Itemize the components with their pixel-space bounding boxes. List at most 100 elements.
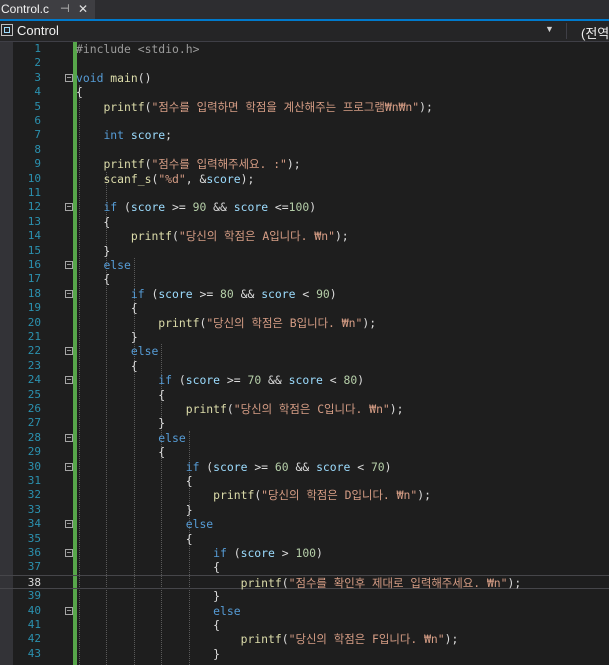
code-token: score [206, 171, 241, 186]
code-line[interactable]: 9 printf("점수를 입력해주세요. :"); [0, 157, 609, 171]
line-number: 3 [34, 70, 41, 84]
code-line[interactable]: 18− if (score >= 80 && score < 90) [0, 287, 609, 301]
line-number: 21 [27, 330, 41, 343]
fold-toggle-icon[interactable]: − [65, 289, 73, 298]
code-line[interactable]: 36 − if (score > 100) [0, 546, 609, 560]
code-line[interactable]: 17 { [0, 272, 609, 286]
code-text: printf("당신의 학점은 D입니다. ₩n"); [76, 488, 431, 502]
code-token: { [76, 301, 138, 316]
code-line[interactable]: 30− if (score >= 60 && score < 70) [0, 460, 609, 474]
code-line[interactable]: 32 printf("당신의 학점은 D입니다. ₩n"); [0, 488, 609, 502]
code-token: ( [281, 632, 289, 647]
code-line[interactable]: 8 [0, 143, 609, 157]
chevron-down-icon[interactable]: ▼ [545, 24, 554, 34]
code-line[interactable]: 28 − else [0, 431, 609, 445]
code-line[interactable]: 13 { [0, 215, 609, 229]
line-number: 14 [27, 229, 41, 243]
fold-toggle-icon[interactable]: − [65, 606, 73, 615]
line-number: 9 [34, 157, 41, 171]
fold-toggle-icon[interactable]: − [65, 520, 73, 529]
code-token: { [76, 214, 111, 229]
code-line[interactable]: 4{ [0, 85, 609, 99]
code-token: { [76, 560, 221, 575]
code-line[interactable]: 29 { [0, 445, 609, 459]
code-line[interactable]: 23 { [0, 359, 609, 373]
fold-toggle-icon[interactable]: − [65, 462, 73, 471]
line-number: 4 [34, 85, 41, 99]
code-token: 90 [316, 286, 330, 301]
code-token: 90 [192, 200, 207, 215]
code-text: if (score >= 60 && score < 70) [76, 460, 392, 474]
code-line[interactable]: 39 } [0, 589, 609, 603]
code-token: "당신의 학점은 C입니다. ₩n" [233, 402, 390, 416]
fold-toggle-icon[interactable]: − [65, 376, 73, 385]
code-text: } [76, 589, 220, 603]
fold-toggle-icon[interactable]: − [65, 203, 73, 212]
code-line[interactable]: 3 − void main() [0, 71, 609, 85]
code-line[interactable]: 12− if (score >= 90 && score <=100) [0, 200, 609, 214]
code-line[interactable]: 40 − else [0, 604, 609, 618]
code-token: ) [316, 546, 323, 560]
code-text: if (score >= 70 && score < 80) [76, 373, 364, 387]
project-dropdown[interactable]: Control [17, 23, 59, 38]
code-line[interactable]: 15 } [0, 244, 609, 258]
code-token: && [206, 200, 234, 215]
code-token: 60 [274, 459, 289, 474]
code-line[interactable]: 35 { [0, 532, 609, 546]
code-text: { [76, 532, 193, 546]
code-line[interactable]: 21 } [0, 330, 609, 344]
code-token: if [185, 459, 200, 474]
pin-icon[interactable]: ⊣ [60, 0, 70, 19]
tab-control-c[interactable]: Control.c ⊣ ✕ [0, 0, 95, 19]
code-line[interactable]: 43 } [0, 647, 609, 661]
code-token: { [76, 85, 83, 100]
scope-dropdown[interactable]: (전역 [581, 23, 609, 42]
code-token: 70 [370, 459, 385, 474]
code-token: else [103, 258, 131, 272]
line-number: 5 [34, 99, 41, 113]
code-line[interactable]: 26 printf("당신의 학점은 C입니다. ₩n"); [0, 402, 609, 416]
fold-toggle-icon[interactable]: − [65, 433, 73, 442]
code-line[interactable]: 19 { [0, 301, 609, 315]
line-number: 37 [27, 560, 41, 574]
code-line[interactable]: 31 { [0, 474, 609, 488]
code-line[interactable]: 2 [0, 56, 609, 70]
code-token: } [76, 646, 221, 661]
line-number: 10 [27, 171, 41, 185]
code-line[interactable]: 20 printf("당신의 학점은 B입니다. ₩n"); [0, 316, 609, 330]
code-token: ); [419, 99, 433, 114]
code-line[interactable]: 10 scanf_s("%d", &score); [0, 172, 609, 186]
code-line[interactable]: 25 { [0, 388, 609, 402]
code-line[interactable]: 33 } [0, 503, 609, 517]
code-text: { [76, 560, 220, 574]
code-line[interactable]: 37 { [0, 560, 609, 574]
code-line[interactable]: 24− if (score >= 70 && score < 80) [0, 373, 609, 387]
close-icon[interactable]: ✕ [78, 0, 88, 19]
code-token: score [261, 286, 296, 301]
code-line[interactable]: 22 − else [0, 344, 609, 358]
code-line[interactable]: 5 printf("점수를 입력하면 학점을 계산해주는 프로그램₩n₩n"); [0, 100, 609, 114]
line-number: 20 [27, 315, 41, 329]
fold-toggle-icon[interactable]: − [65, 347, 73, 356]
code-token: ; [165, 128, 173, 143]
code-line[interactable]: 1 #include <stdio.h> [0, 42, 609, 56]
code-line[interactable]: 14 printf("당신의 학점은 A입니다. ₩n"); [0, 229, 609, 243]
code-line[interactable]: 41 { [0, 618, 609, 632]
code-line[interactable]: 34 − else [0, 517, 609, 531]
code-line[interactable]: 27 } [0, 416, 609, 430]
code-line[interactable]: 42 printf("당신의 학점은 F입니다. ₩n"); [0, 632, 609, 646]
code-line[interactable]: 7 int score; [0, 128, 609, 142]
code-editor[interactable]: 1 #include <stdio.h> 2 3− void main() 4{5 pri… [0, 42, 609, 665]
code-line[interactable]: 38 printf("점수를 확인후 제대로 입력해주세요. ₩n"); [0, 574, 609, 590]
fold-toggle-icon[interactable]: − [65, 549, 73, 557]
code-token: ); [417, 488, 431, 503]
code-line[interactable]: 16 − else [0, 258, 609, 272]
code-line[interactable]: 11 [0, 186, 609, 200]
code-token: { [76, 358, 138, 373]
fold-toggle-icon[interactable]: − [65, 261, 73, 269]
code-line[interactable]: 6 [0, 114, 609, 128]
fold-toggle-icon[interactable]: − [65, 73, 73, 82]
code-token: else [213, 603, 241, 618]
